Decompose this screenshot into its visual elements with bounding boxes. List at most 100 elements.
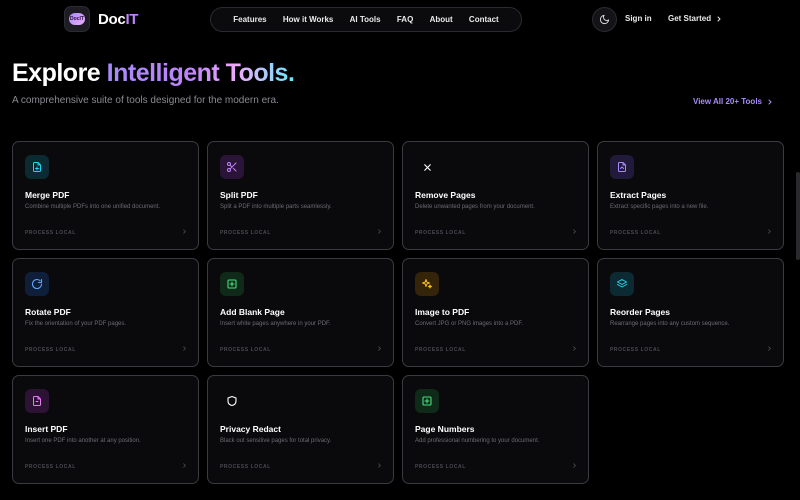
card-footer-label: PROCESS LOCAL: [415, 347, 466, 353]
tools-grid: Merge PDF Combine multiple PDFs into one…: [12, 141, 784, 484]
chevron-right-icon: [768, 99, 772, 104]
card-icon-box: [415, 155, 439, 179]
get-started-label: Get Started: [668, 14, 712, 23]
card-title: Add Blank Page: [220, 307, 285, 317]
chevron-right-icon: [183, 346, 186, 351]
brand-name: DocIT: [98, 10, 139, 28]
plus-square-icon: [227, 279, 237, 289]
merge-icon: [33, 162, 41, 172]
card-footer-label: PROCESS LOCAL: [220, 464, 271, 470]
card-title: Privacy Redact: [220, 424, 281, 434]
card-title: Insert PDF: [25, 424, 68, 434]
card-footer-label: PROCESS LOCAL: [610, 230, 661, 236]
tool-card-merge-pdf[interactable]: Merge PDF Combine multiple PDFs into one…: [12, 141, 199, 250]
chevron-right-icon: [183, 463, 186, 468]
tool-card-page-numbers[interactable]: Page Numbers Add professional numbering …: [402, 375, 589, 484]
card-description: Split a PDF into multiple parts seamless…: [220, 204, 332, 210]
card-icon-box: [25, 272, 49, 296]
nav-about[interactable]: About: [430, 15, 453, 24]
tool-card-remove-pages[interactable]: Remove Pages Delete unwanted pages from …: [402, 141, 589, 250]
card-title: Rotate PDF: [25, 307, 71, 317]
card-title: Split PDF: [220, 190, 258, 200]
card-icon-box: [220, 155, 244, 179]
card-description: Fix the orientation of your PDF pages.: [25, 321, 127, 327]
close-icon: [423, 163, 431, 171]
theme-toggle-button[interactable]: [592, 7, 617, 32]
card-footer-label: PROCESS LOCAL: [25, 230, 76, 236]
card-title: Image to PDF: [415, 307, 470, 317]
card-description: Delete unwanted pages from your document…: [415, 204, 535, 210]
tool-card-image-to-pdf[interactable]: Image to PDF Convert JPG or PNG images i…: [402, 258, 589, 367]
nav-faq[interactable]: FAQ: [397, 15, 413, 24]
card-footer-label: PROCESS LOCAL: [610, 347, 661, 353]
card-title: Remove Pages: [415, 190, 476, 200]
card-icon-box: [25, 389, 49, 413]
shield-icon: [227, 395, 237, 407]
tool-card-insert-pdf[interactable]: Insert PDF Insert one PDF into another a…: [12, 375, 199, 484]
tool-card-add-blank-page[interactable]: Add Blank Page Insert white pages anywhe…: [207, 258, 394, 367]
card-description: Convert JPG or PNG images into a PDF.: [415, 321, 524, 327]
card-footer-label: PROCESS LOCAL: [415, 230, 466, 236]
card-title: Extract Pages: [610, 190, 667, 200]
view-all-tools-link[interactable]: View All 20+ Tools: [693, 97, 774, 106]
chevron-right-icon: [378, 229, 381, 234]
chevron-right-icon: [717, 16, 721, 21]
extract-icon: [618, 162, 626, 172]
card-icon-box: [610, 272, 634, 296]
card-description: Black out sensitive pages for total priv…: [220, 438, 332, 444]
card-icon-box: [415, 272, 439, 296]
chevron-right-icon: [378, 346, 381, 351]
card-icon-box: [25, 155, 49, 179]
main-nav: Features How it Works AI Tools FAQ About…: [210, 7, 522, 32]
brand-logo[interactable]: DocIT DocIT: [64, 6, 138, 32]
card-footer-label: PROCESS LOCAL: [25, 464, 76, 470]
chevron-right-icon: [573, 346, 576, 351]
tool-card-privacy-redact[interactable]: Privacy Redact Black out sensitive pages…: [207, 375, 394, 484]
chevron-right-icon: [768, 346, 771, 351]
chevron-right-icon: [183, 229, 186, 234]
card-icon-box: [220, 389, 244, 413]
layers-icon: [617, 279, 627, 288]
chevron-right-icon: [378, 463, 381, 468]
card-description: Rearrange pages into any custom sequence…: [610, 321, 730, 327]
scissors-icon: [227, 162, 237, 172]
rotate-icon: [31, 278, 43, 290]
card-footer-label: PROCESS LOCAL: [220, 230, 271, 236]
card-description: Add professional numbering to your docum…: [415, 438, 540, 444]
page-title: Explore Intelligent Tools.: [12, 59, 295, 87]
card-footer-label: PROCESS LOCAL: [25, 347, 76, 353]
nav-ai-tools[interactable]: AI Tools: [350, 15, 381, 24]
signin-link[interactable]: Sign in: [625, 14, 652, 23]
tool-card-rotate-pdf[interactable]: Rotate PDF Fix the orientation of your P…: [12, 258, 199, 367]
nav-contact[interactable]: Contact: [469, 15, 499, 24]
tool-card-reorder-pages[interactable]: Reorder Pages Rearrange pages into any c…: [597, 258, 784, 367]
view-all-label: View All 20+ Tools: [693, 97, 762, 106]
chevron-right-icon: [573, 229, 576, 234]
card-description: Combine multiple PDFs into one unified d…: [25, 204, 161, 210]
sparkle-icon: [422, 279, 432, 289]
chevron-right-icon: [573, 463, 576, 468]
file-insert-icon: [33, 396, 41, 406]
card-description: Insert white pages anywhere in your PDF.: [220, 321, 331, 327]
page-scrollbar[interactable]: [796, 172, 800, 260]
card-icon-box: [610, 155, 634, 179]
card-footer-label: PROCESS LOCAL: [220, 347, 271, 353]
card-description: Extract specific pages into a new file.: [610, 204, 709, 210]
nav-features[interactable]: Features: [233, 15, 266, 24]
tool-card-split-pdf[interactable]: Split PDF Split a PDF into multiple part…: [207, 141, 394, 250]
page-subtitle: A comprehensive suite of tools designed …: [12, 95, 279, 106]
card-icon-box: [415, 389, 439, 413]
logo-badge: DocIT: [69, 13, 85, 25]
nav-how-it-works[interactable]: How it Works: [283, 15, 334, 24]
logo-badge-box: DocIT: [64, 6, 90, 32]
card-footer-label: PROCESS LOCAL: [415, 464, 466, 470]
get-started-button[interactable]: Get Started: [668, 14, 723, 23]
card-title: Merge PDF: [25, 190, 70, 200]
moon-icon: [599, 14, 610, 25]
tool-card-extract-pages[interactable]: Extract Pages Extract specific pages int…: [597, 141, 784, 250]
card-icon-box: [220, 272, 244, 296]
chevron-right-icon: [768, 229, 771, 234]
card-description: Insert one PDF into another at any posit…: [25, 438, 141, 444]
card-title: Page Numbers: [415, 424, 475, 434]
card-title: Reorder Pages: [610, 307, 670, 317]
